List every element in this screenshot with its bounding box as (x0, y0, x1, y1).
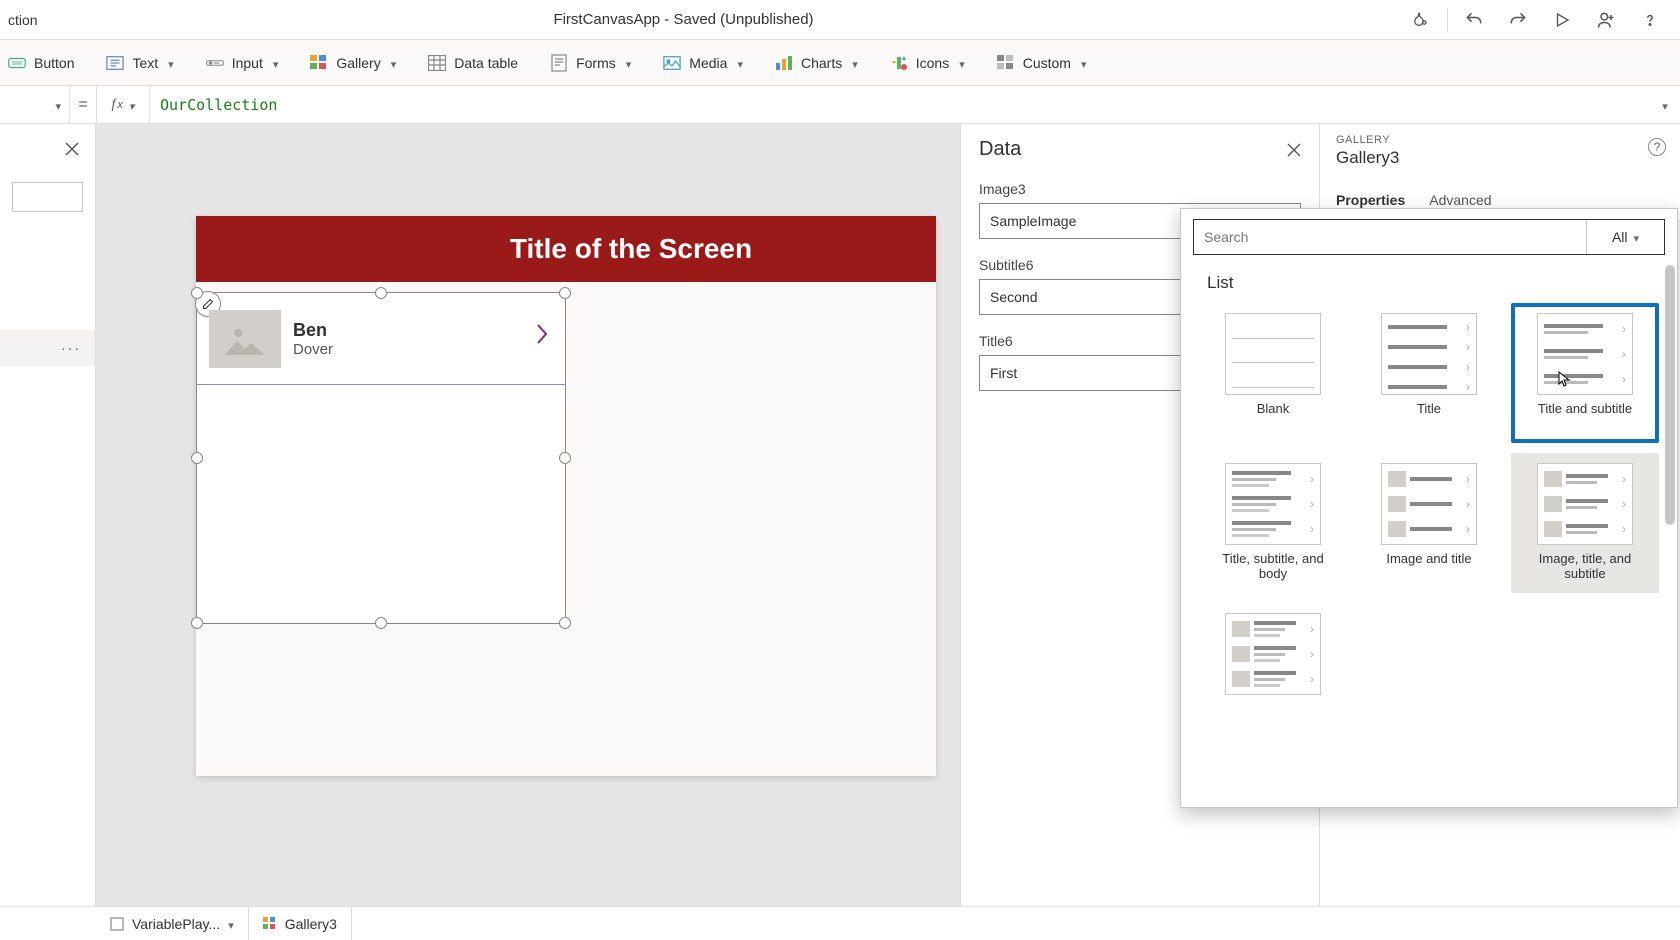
row-title: Ben (293, 320, 333, 341)
layout-search-input[interactable] (1194, 220, 1586, 254)
chevron-down-icon (959, 55, 965, 71)
ribbon-custom[interactable]: Custom (995, 50, 1089, 76)
layout-filter[interactable]: All (1586, 220, 1664, 254)
equals-label: = (70, 96, 96, 114)
chevron-down-icon (737, 55, 743, 71)
chevron-down-icon (391, 55, 397, 71)
ribbon-text[interactable]: Text (104, 50, 175, 76)
titlebar-left-truncated: ction (8, 12, 68, 28)
gallery-icon (310, 54, 328, 72)
ribbon-icons[interactable]: Icons (888, 50, 967, 76)
chevron-down-icon (168, 55, 174, 71)
tree-view-pane: ··· (0, 124, 96, 906)
redo-icon[interactable] (1496, 0, 1540, 40)
breadcrumb-screen[interactable]: VariablePlay... (96, 907, 249, 940)
undo-icon[interactable] (1452, 0, 1496, 40)
layout-section-list: List (1207, 273, 1661, 293)
diagnostics-icon[interactable] (1399, 0, 1443, 40)
ribbon-button[interactable]: Button (6, 50, 76, 76)
datatable-icon (428, 54, 446, 72)
layout-search[interactable]: All (1193, 219, 1665, 255)
control-name[interactable]: Gallery3 (1336, 148, 1664, 168)
close-tree-icon[interactable] (0, 124, 95, 174)
gallery-row[interactable]: Ben Dover (197, 293, 565, 385)
button-icon (8, 54, 26, 72)
close-data-icon[interactable] (1287, 143, 1301, 157)
ribbon-charts[interactable]: Charts (773, 50, 860, 76)
tree-search-slot[interactable] (12, 182, 83, 212)
flyout-scrollbar[interactable] (1665, 265, 1675, 525)
more-icon[interactable]: ··· (61, 340, 81, 356)
gallery-control[interactable]: Ben Dover (196, 292, 566, 624)
ribbon-gallery[interactable]: Gallery (308, 50, 398, 76)
ribbon-media[interactable]: Media (661, 50, 745, 76)
property-selector[interactable] (0, 86, 70, 124)
app-canvas[interactable]: Title of the Screen (196, 216, 936, 776)
screen-header: Title of the Screen (196, 216, 936, 282)
breadcrumb-gallery[interactable]: Gallery3 (249, 907, 352, 940)
chevron-down-icon (852, 55, 858, 71)
forms-icon (550, 54, 568, 72)
ribbon-datatable[interactable]: Data table (426, 50, 520, 76)
text-icon (106, 54, 124, 72)
charts-icon (775, 54, 793, 72)
layout-picker-flyout: All List Blank › › › (1180, 208, 1678, 808)
share-icon[interactable] (1584, 0, 1628, 40)
chevron-down-icon (1081, 55, 1087, 71)
properties-pane: GALLERY Gallery3 ? Properties Advanced D… (1320, 124, 1680, 906)
play-icon[interactable] (1540, 0, 1584, 40)
breadcrumb-bar: VariablePlay... Gallery3 (0, 906, 1680, 940)
media-icon (663, 54, 681, 72)
formula-input[interactable]: OurCollection (150, 96, 1650, 114)
layout-image-title[interactable]: › › › Image and title (1355, 453, 1503, 593)
icons-icon (890, 54, 908, 72)
row-image (209, 310, 281, 368)
layout-title-subtitle-body[interactable]: › › › Title, subtitle, and body (1199, 453, 1347, 593)
tree-selected-row[interactable]: ··· (0, 330, 95, 366)
control-category: GALLERY (1336, 134, 1664, 146)
custom-icon (997, 54, 1015, 72)
chevron-down-icon (1634, 229, 1640, 245)
layout-blank[interactable]: Blank (1199, 303, 1347, 443)
row-subtitle: Dover (293, 341, 333, 358)
title-bar: ction FirstCanvasApp - Saved (Unpublishe… (0, 0, 1680, 40)
fx-button[interactable]: fx (96, 86, 150, 123)
canvas-area: Title of the Screen (96, 124, 960, 906)
layout-image-title-subtitle[interactable]: › › › Image, title, and subtitle (1511, 453, 1659, 593)
insert-ribbon: Button Text Input Gallery Data table For… (0, 40, 1680, 86)
pane-help-icon[interactable]: ? (1648, 138, 1666, 156)
help-icon[interactable] (1628, 0, 1672, 40)
chevron-down-icon (273, 55, 279, 71)
data-pane-title: Data (979, 138, 1021, 161)
layout-title-subtitle[interactable]: › › › Title and subtitle (1511, 303, 1659, 443)
input-icon (206, 54, 224, 72)
layout-image-title-subtitle-body[interactable]: › › › (1199, 603, 1347, 743)
chevron-down-icon (228, 916, 234, 932)
ribbon-forms[interactable]: Forms (548, 50, 633, 76)
row-next-icon[interactable] (535, 323, 549, 345)
ribbon-input[interactable]: Input (204, 50, 281, 76)
formula-expand[interactable] (1650, 97, 1680, 113)
app-title: FirstCanvasApp - Saved (Unpublished) (68, 11, 1399, 28)
layout-title[interactable]: › › › › Title (1355, 303, 1503, 443)
formula-bar: = fx OurCollection (0, 86, 1680, 124)
field-label-image3: Image3 (979, 181, 1301, 197)
chevron-down-icon (626, 55, 632, 71)
